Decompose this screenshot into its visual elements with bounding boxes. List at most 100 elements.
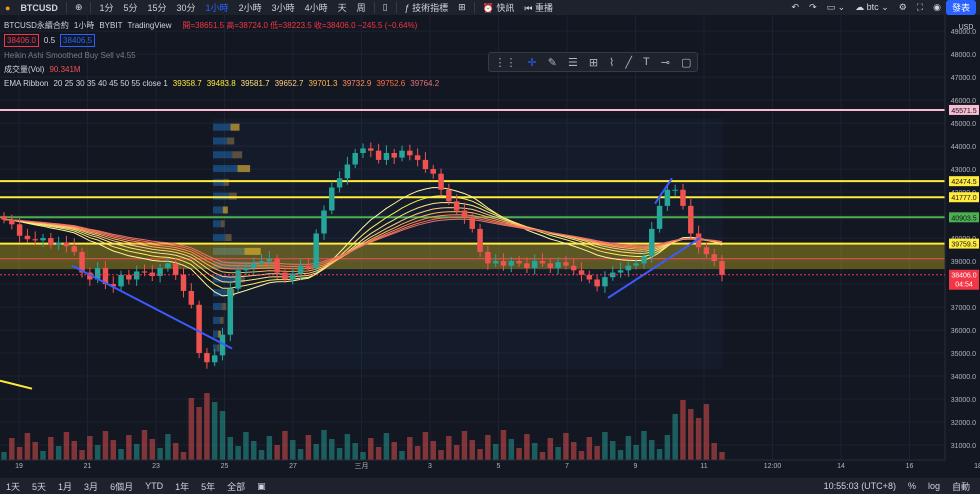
percent-toggle[interactable]: % bbox=[902, 481, 922, 491]
candle bbox=[547, 263, 554, 268]
candle bbox=[274, 258, 280, 273]
price-tick-label: 49000.0 bbox=[951, 29, 976, 36]
price-axis: USD49000.048000.047000.046000.045000.044… bbox=[944, 15, 980, 460]
candle bbox=[633, 263, 639, 266]
candle bbox=[336, 178, 343, 188]
range-5y[interactable]: 5年 bbox=[195, 480, 221, 493]
volume-bar bbox=[87, 436, 93, 460]
goto-date-icon[interactable]: ▣ bbox=[251, 481, 272, 492]
candle bbox=[617, 270, 624, 273]
volume-bar bbox=[344, 434, 351, 460]
auto-toggle[interactable]: 自動 bbox=[946, 480, 976, 493]
candle bbox=[563, 262, 569, 266]
candle bbox=[24, 235, 31, 240]
candle bbox=[227, 288, 234, 335]
range-6m[interactable]: 6個月 bbox=[104, 480, 139, 493]
candle bbox=[141, 271, 148, 273]
volume-bar bbox=[485, 435, 491, 460]
range-1m[interactable]: 1月 bbox=[52, 480, 78, 493]
candle bbox=[524, 263, 530, 268]
volume-bar bbox=[9, 438, 15, 460]
volume-bar bbox=[219, 411, 226, 460]
trendline-icon[interactable]: ╱ bbox=[625, 56, 632, 69]
volume-bar bbox=[141, 430, 148, 460]
volume-bar bbox=[274, 445, 280, 460]
candle bbox=[235, 270, 241, 289]
range-ytd[interactable]: YTD bbox=[139, 481, 169, 491]
price-tick-label: 44000.0 bbox=[951, 144, 976, 151]
time-tick-label: 7 bbox=[565, 463, 569, 470]
ema-indicator-label[interactable]: EMA Ribbon bbox=[4, 78, 48, 89]
candle bbox=[594, 279, 600, 287]
price-tick-label: 32000.0 bbox=[951, 420, 976, 427]
candle bbox=[118, 274, 124, 287]
volume-bar bbox=[680, 400, 686, 460]
volume-bar bbox=[477, 449, 483, 460]
drag-handle-icon[interactable]: ⋮⋮ bbox=[495, 56, 517, 69]
volume-bar bbox=[24, 433, 31, 460]
volume-bar bbox=[40, 451, 46, 460]
volume-bar bbox=[664, 435, 671, 460]
ask-price[interactable]: 38406.5 bbox=[60, 34, 95, 47]
price-tag-label: 42474.5 bbox=[951, 179, 976, 186]
fib-icon[interactable]: ☰ bbox=[568, 56, 578, 69]
candle bbox=[570, 265, 577, 271]
range-1y[interactable]: 1年 bbox=[169, 480, 195, 493]
range-1d[interactable]: 1天 bbox=[0, 480, 26, 493]
time-tick-label: 12:00 bbox=[764, 463, 782, 470]
bottom-toolbar-right: 10:55:03 (UTC+8) % log 自動 bbox=[818, 478, 976, 494]
candle bbox=[680, 189, 686, 206]
volume-bar bbox=[407, 437, 413, 460]
bid-price[interactable]: 38406.0 bbox=[4, 34, 39, 47]
time-tick-label: 21 bbox=[84, 463, 92, 470]
candle bbox=[492, 261, 499, 264]
candle bbox=[48, 238, 54, 245]
legend-interval: 1小時 bbox=[73, 21, 95, 30]
legend-heikin-row: Heikin Ashi Smoothed Buy Sell v4.55 bbox=[4, 50, 439, 61]
range-3m[interactable]: 3月 bbox=[78, 480, 104, 493]
candle bbox=[422, 159, 429, 170]
volume-bar bbox=[336, 448, 343, 460]
text-icon[interactable]: T bbox=[643, 56, 650, 68]
trend-line bbox=[0, 379, 33, 390]
candle bbox=[211, 355, 218, 363]
clock-time[interactable]: 10:55:03 (UTC+8) bbox=[818, 481, 902, 491]
volume-bar bbox=[172, 443, 179, 460]
volume-bar bbox=[305, 435, 312, 460]
candle bbox=[55, 242, 62, 245]
pattern-icon[interactable]: ⊞ bbox=[589, 56, 598, 69]
candle bbox=[63, 242, 70, 247]
price-tick-label: 45000.0 bbox=[951, 121, 976, 128]
time-tick-label: 5 bbox=[497, 463, 501, 470]
volume-bar bbox=[204, 393, 210, 460]
volume-bar bbox=[516, 448, 522, 460]
candle bbox=[313, 233, 319, 268]
pen-icon[interactable]: ✎ bbox=[548, 56, 557, 69]
candle bbox=[438, 173, 444, 190]
volume-bar bbox=[430, 441, 436, 460]
volume-bar bbox=[570, 442, 577, 460]
volume-bars bbox=[1, 393, 725, 460]
volume-bar bbox=[235, 446, 241, 460]
volume-bar bbox=[251, 441, 257, 460]
volume-bar bbox=[32, 442, 38, 460]
candle bbox=[9, 219, 15, 225]
candle bbox=[711, 254, 717, 262]
measure-icon[interactable]: ⊸ bbox=[661, 56, 670, 69]
heikin-indicator-label[interactable]: Heikin Ashi Smoothed Buy Sell v4.55 bbox=[4, 50, 136, 61]
crosshair-icon[interactable]: ✛ bbox=[528, 56, 537, 69]
range-5d[interactable]: 5天 bbox=[26, 480, 52, 493]
volume-bar bbox=[633, 445, 639, 460]
time-axis: 19 21 23 25 27 三月 3 5 7 9 11 12:00 14 16 18 bbox=[0, 459, 980, 470]
range-all[interactable]: 全部 bbox=[221, 480, 251, 493]
brush-icon[interactable]: ⌇ bbox=[609, 56, 614, 69]
ema-value-5: 39701.3 bbox=[308, 79, 338, 88]
candle bbox=[477, 228, 483, 252]
volume-bar bbox=[500, 430, 507, 460]
legend-symbol[interactable]: BTCUSD永續合約 bbox=[4, 20, 69, 31]
volume-indicator-label[interactable]: 成交量(Vol) bbox=[4, 64, 44, 75]
price-tick-label: 47000.0 bbox=[951, 75, 976, 82]
volume-bar bbox=[126, 435, 132, 460]
rectangle-icon[interactable]: ▢ bbox=[681, 56, 691, 69]
log-toggle[interactable]: log bbox=[922, 481, 946, 491]
